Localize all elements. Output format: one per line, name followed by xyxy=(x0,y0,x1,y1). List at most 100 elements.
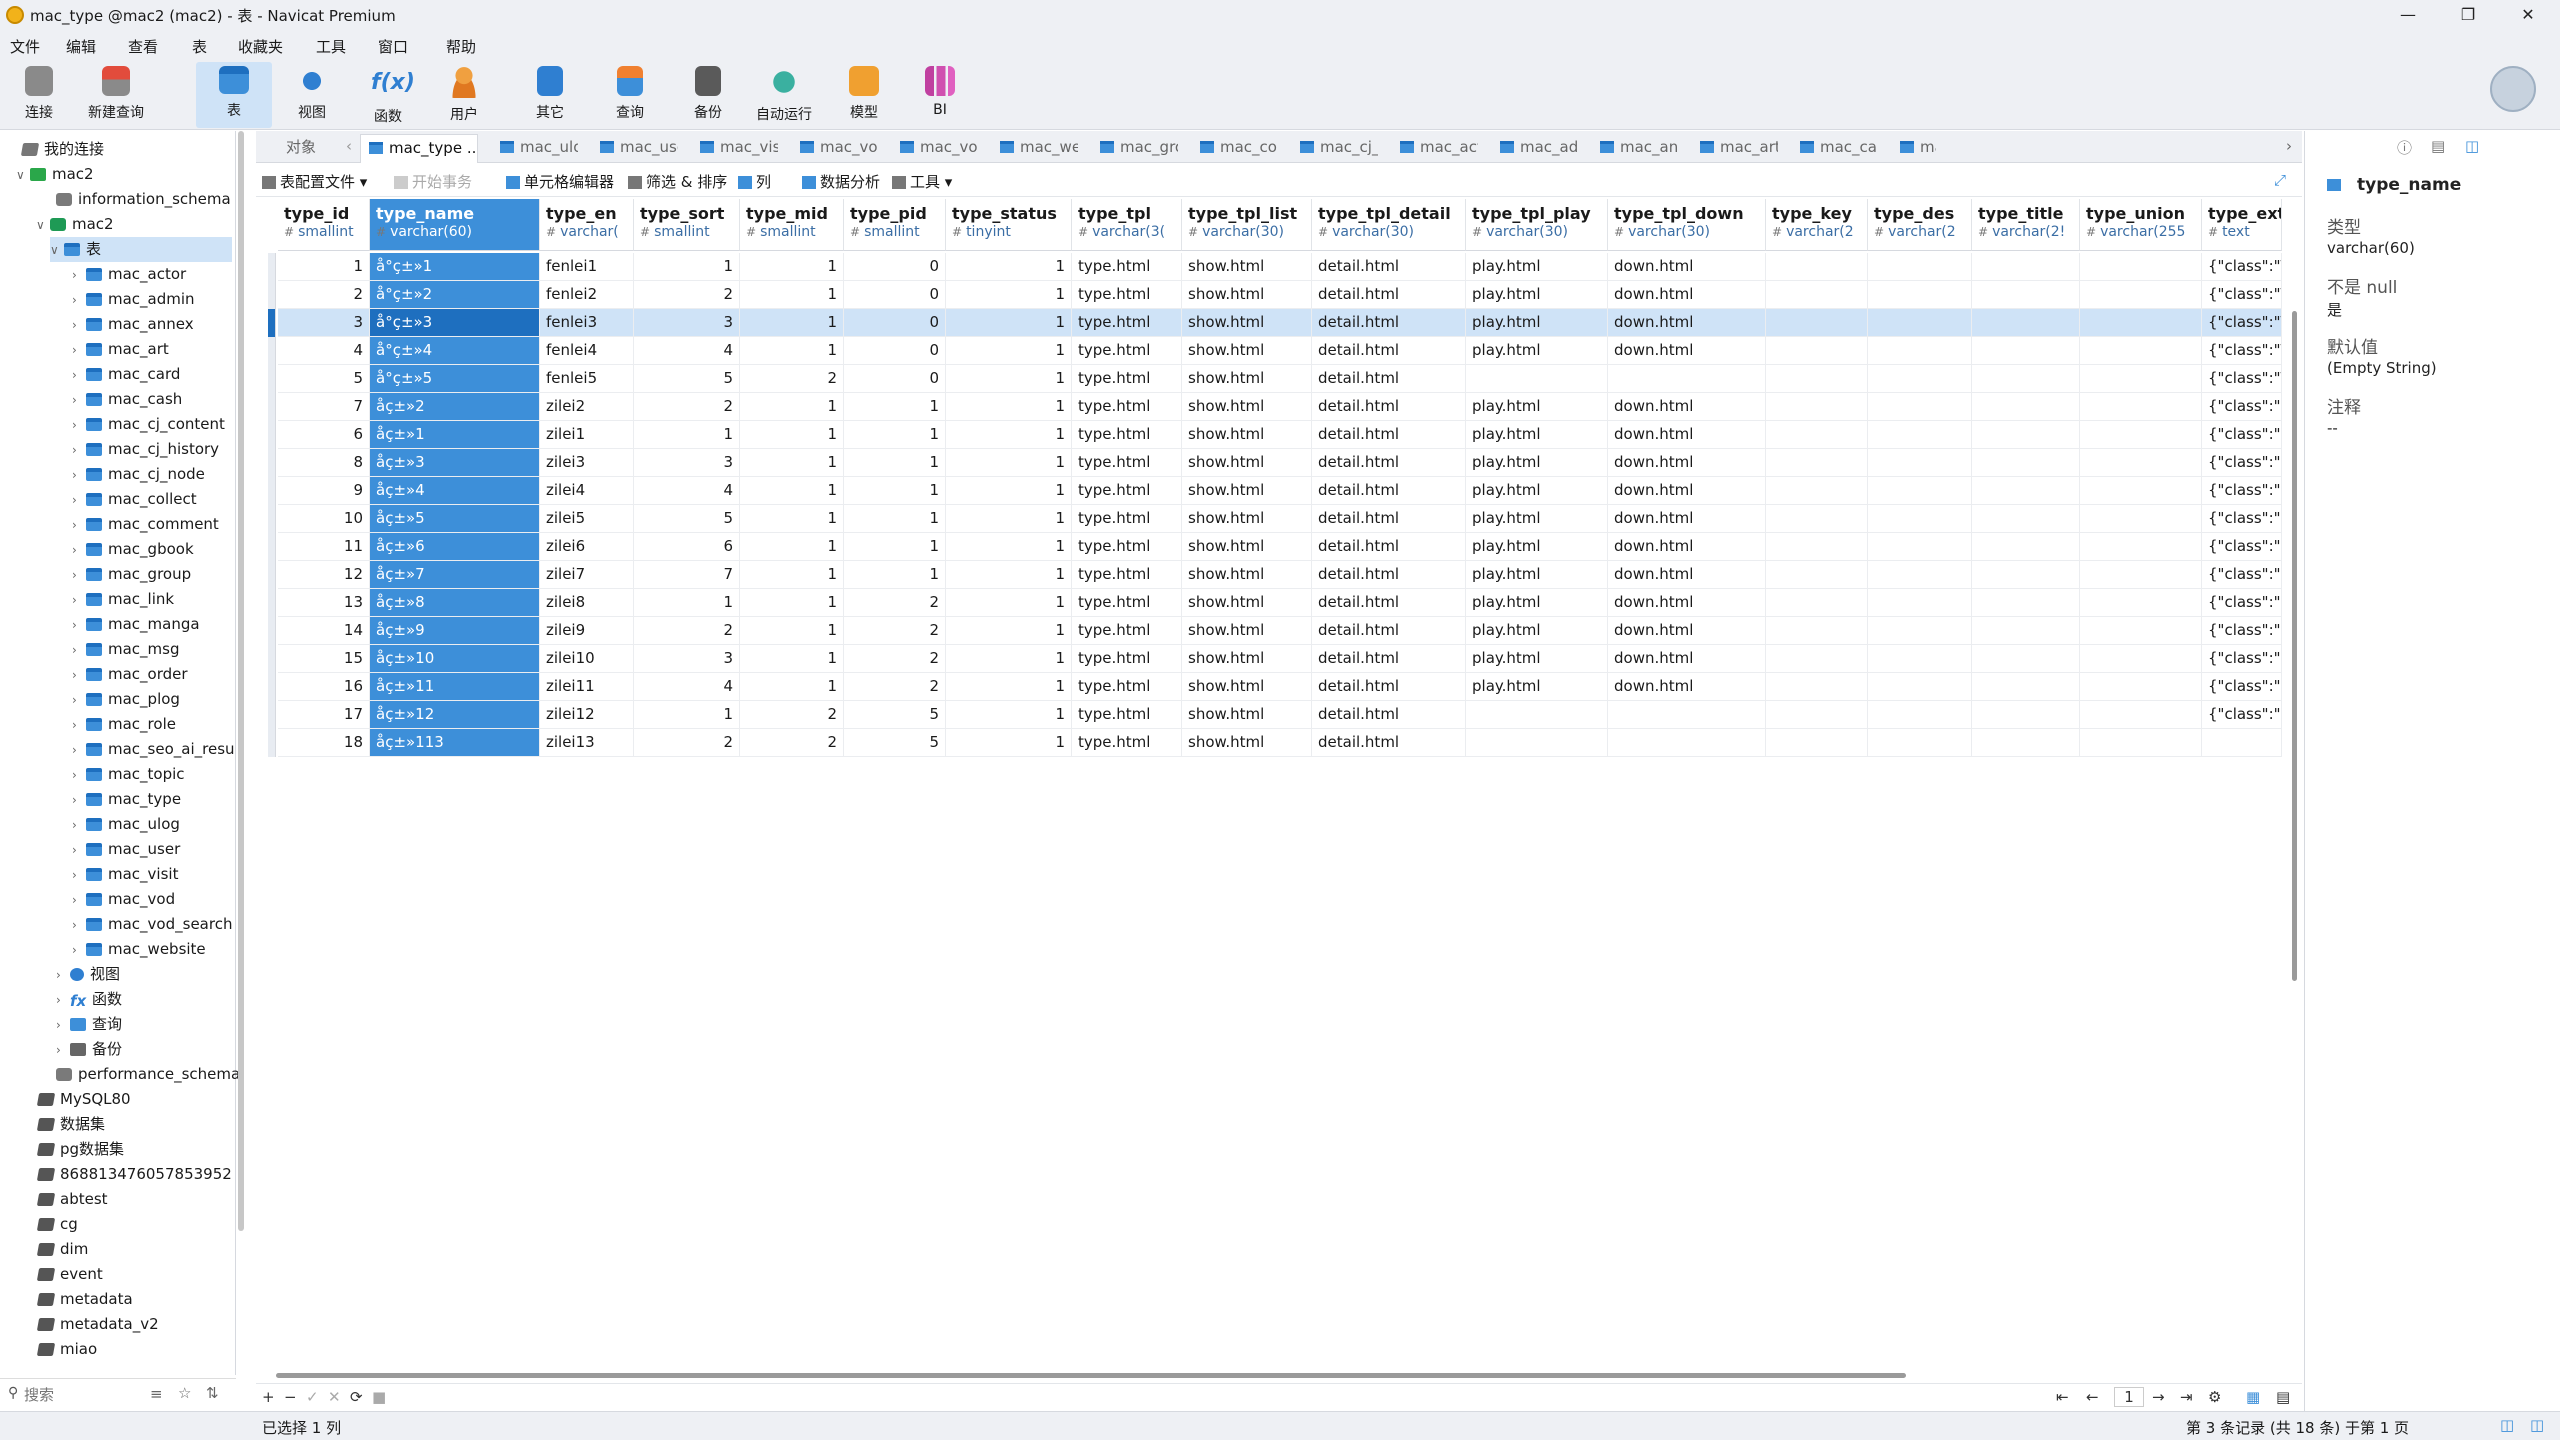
table-cell[interactable]: show.html xyxy=(1182,253,1312,281)
panel-icon[interactable]: ◫ xyxy=(2465,137,2479,155)
table-cell[interactable] xyxy=(2080,701,2202,729)
table-cell[interactable]: play.html xyxy=(1466,589,1608,617)
tools-button[interactable]: 工具 ▾ xyxy=(892,171,952,192)
table-cell[interactable] xyxy=(1972,505,2080,533)
table-cell[interactable]: å°ç±»2 xyxy=(370,281,540,309)
columns-button[interactable]: 列 xyxy=(738,171,771,192)
table-cell[interactable] xyxy=(2080,281,2202,309)
table-cell[interactable]: type.html xyxy=(1072,617,1182,645)
row-indicator[interactable] xyxy=(268,533,276,561)
table-cell[interactable] xyxy=(1972,393,2080,421)
table-tab[interactable]: mac_websi... xyxy=(1000,134,1078,163)
table-cell[interactable] xyxy=(1466,365,1608,393)
table-cell[interactable] xyxy=(1766,393,1868,421)
add-record-button[interactable]: + xyxy=(262,1388,275,1406)
apply-changes-button[interactable]: ✓ xyxy=(306,1388,319,1406)
table-cell[interactable] xyxy=(1766,365,1868,393)
minimize-button[interactable]: — xyxy=(2388,2,2428,28)
table-cell[interactable]: down.html xyxy=(1608,561,1766,589)
table-cell[interactable] xyxy=(1972,365,2080,393)
table-cell[interactable]: å°ç±»3 xyxy=(370,309,540,337)
table-cell[interactable] xyxy=(1868,449,1972,477)
table-cell[interactable]: type.html xyxy=(1072,449,1182,477)
table-cell[interactable] xyxy=(2080,253,2202,281)
table-cell[interactable]: show.html xyxy=(1182,421,1312,449)
table-cell[interactable]: 13 xyxy=(278,589,370,617)
table-tab[interactable]: mac_vod ... xyxy=(800,134,878,163)
table-cell[interactable] xyxy=(1608,701,1766,729)
chevron-right-icon[interactable]: › xyxy=(72,913,86,938)
table-cell[interactable]: å­ç±»7 xyxy=(370,561,540,589)
table-cell[interactable]: detail.html xyxy=(1312,617,1466,645)
table-cell[interactable]: play.html xyxy=(1466,309,1608,337)
table-cell[interactable]: 1 xyxy=(278,253,370,281)
table-cell[interactable] xyxy=(1766,645,1868,673)
table-cell[interactable]: down.html xyxy=(1608,533,1766,561)
column-header[interactable]: type_tpl_list # varchar(30) xyxy=(1182,199,1312,251)
table-cell[interactable] xyxy=(1766,701,1868,729)
table-tab[interactable]: mac_actor ... xyxy=(1400,134,1478,163)
tree-connection-item[interactable]: metadata_v2 xyxy=(36,1312,159,1337)
table-tab[interactable]: mac_art @... xyxy=(1700,134,1778,163)
table-cell[interactable]: zilei5 xyxy=(540,505,634,533)
table-cell[interactable]: zilei11 xyxy=(540,673,634,701)
row-indicator[interactable] xyxy=(268,365,276,393)
table-cell[interactable]: 2 xyxy=(844,589,946,617)
table-cell[interactable]: type.html xyxy=(1072,701,1182,729)
table-cell[interactable]: detail.html xyxy=(1312,393,1466,421)
table-cell[interactable]: å­ç±»8 xyxy=(370,589,540,617)
table-cell[interactable]: 1 xyxy=(740,645,844,673)
chevron-right-icon[interactable]: › xyxy=(56,988,70,1013)
table-cell[interactable]: play.html xyxy=(1466,337,1608,365)
table-cell[interactable] xyxy=(1972,729,2080,757)
table-cell[interactable]: type.html xyxy=(1072,533,1182,561)
tab-scroll-left-icon[interactable]: ‹ xyxy=(346,137,352,155)
chevron-down-icon[interactable]: ∨ xyxy=(50,238,64,263)
table-cell[interactable] xyxy=(1868,729,1972,757)
table-cell[interactable]: 1 xyxy=(946,281,1072,309)
table-cell[interactable] xyxy=(1608,729,1766,757)
table-cell[interactable]: {"class":"", xyxy=(2202,393,2282,421)
table-cell[interactable] xyxy=(2080,561,2202,589)
table-cell[interactable]: å­ç±»3 xyxy=(370,449,540,477)
table-cell[interactable]: 2 xyxy=(634,617,740,645)
row-indicator[interactable] xyxy=(268,337,276,365)
table-cell[interactable]: 1 xyxy=(740,393,844,421)
close-window-button[interactable]: ✕ xyxy=(2508,2,2548,28)
chevron-right-icon[interactable]: › xyxy=(72,763,86,788)
table-cell[interactable]: type.html xyxy=(1072,281,1182,309)
chevron-right-icon[interactable]: › xyxy=(72,838,86,863)
menu-table[interactable]: 表 xyxy=(192,36,207,57)
table-tab[interactable]: mac_visit ... xyxy=(700,134,778,163)
table-cell[interactable]: play.html xyxy=(1466,561,1608,589)
table-cell[interactable]: 8 xyxy=(278,449,370,477)
chevron-right-icon[interactable]: › xyxy=(72,888,86,913)
table-tab[interactable]: mac_c xyxy=(1900,134,1936,163)
table-cell[interactable] xyxy=(1868,617,1972,645)
table-cell[interactable]: 1 xyxy=(634,253,740,281)
table-cell[interactable] xyxy=(1766,589,1868,617)
table-cell[interactable]: zilei1 xyxy=(540,421,634,449)
table-cell[interactable]: down.html xyxy=(1608,281,1766,309)
tree-connection-item[interactable]: MySQL80 xyxy=(36,1087,131,1112)
chevron-right-icon[interactable]: › xyxy=(72,738,86,763)
table-cell[interactable]: 3 xyxy=(634,449,740,477)
chevron-right-icon[interactable]: › xyxy=(56,963,70,988)
table-cell[interactable] xyxy=(1868,281,1972,309)
menu-favorites[interactable]: 收藏夹 xyxy=(238,36,283,57)
table-cell[interactable]: 14 xyxy=(278,617,370,645)
tree-table-item[interactable]: › mac_manga xyxy=(72,612,200,637)
table-cell[interactable]: 1 xyxy=(946,533,1072,561)
table-cell[interactable]: 1 xyxy=(740,673,844,701)
table-cell[interactable]: {"class":"", xyxy=(2202,589,2282,617)
table-cell[interactable]: detail.html xyxy=(1312,645,1466,673)
table-cell[interactable]: down.html xyxy=(1608,477,1766,505)
table-cell[interactable]: detail.html xyxy=(1312,561,1466,589)
table-cell[interactable] xyxy=(1766,253,1868,281)
table-cell[interactable] xyxy=(2080,449,2202,477)
table-cell[interactable]: play.html xyxy=(1466,281,1608,309)
table-cell[interactable]: 1 xyxy=(634,701,740,729)
user-avatar[interactable] xyxy=(2490,66,2536,112)
tree-table-item[interactable]: › mac_cj_node xyxy=(72,462,205,487)
row-indicator[interactable] xyxy=(268,281,276,309)
